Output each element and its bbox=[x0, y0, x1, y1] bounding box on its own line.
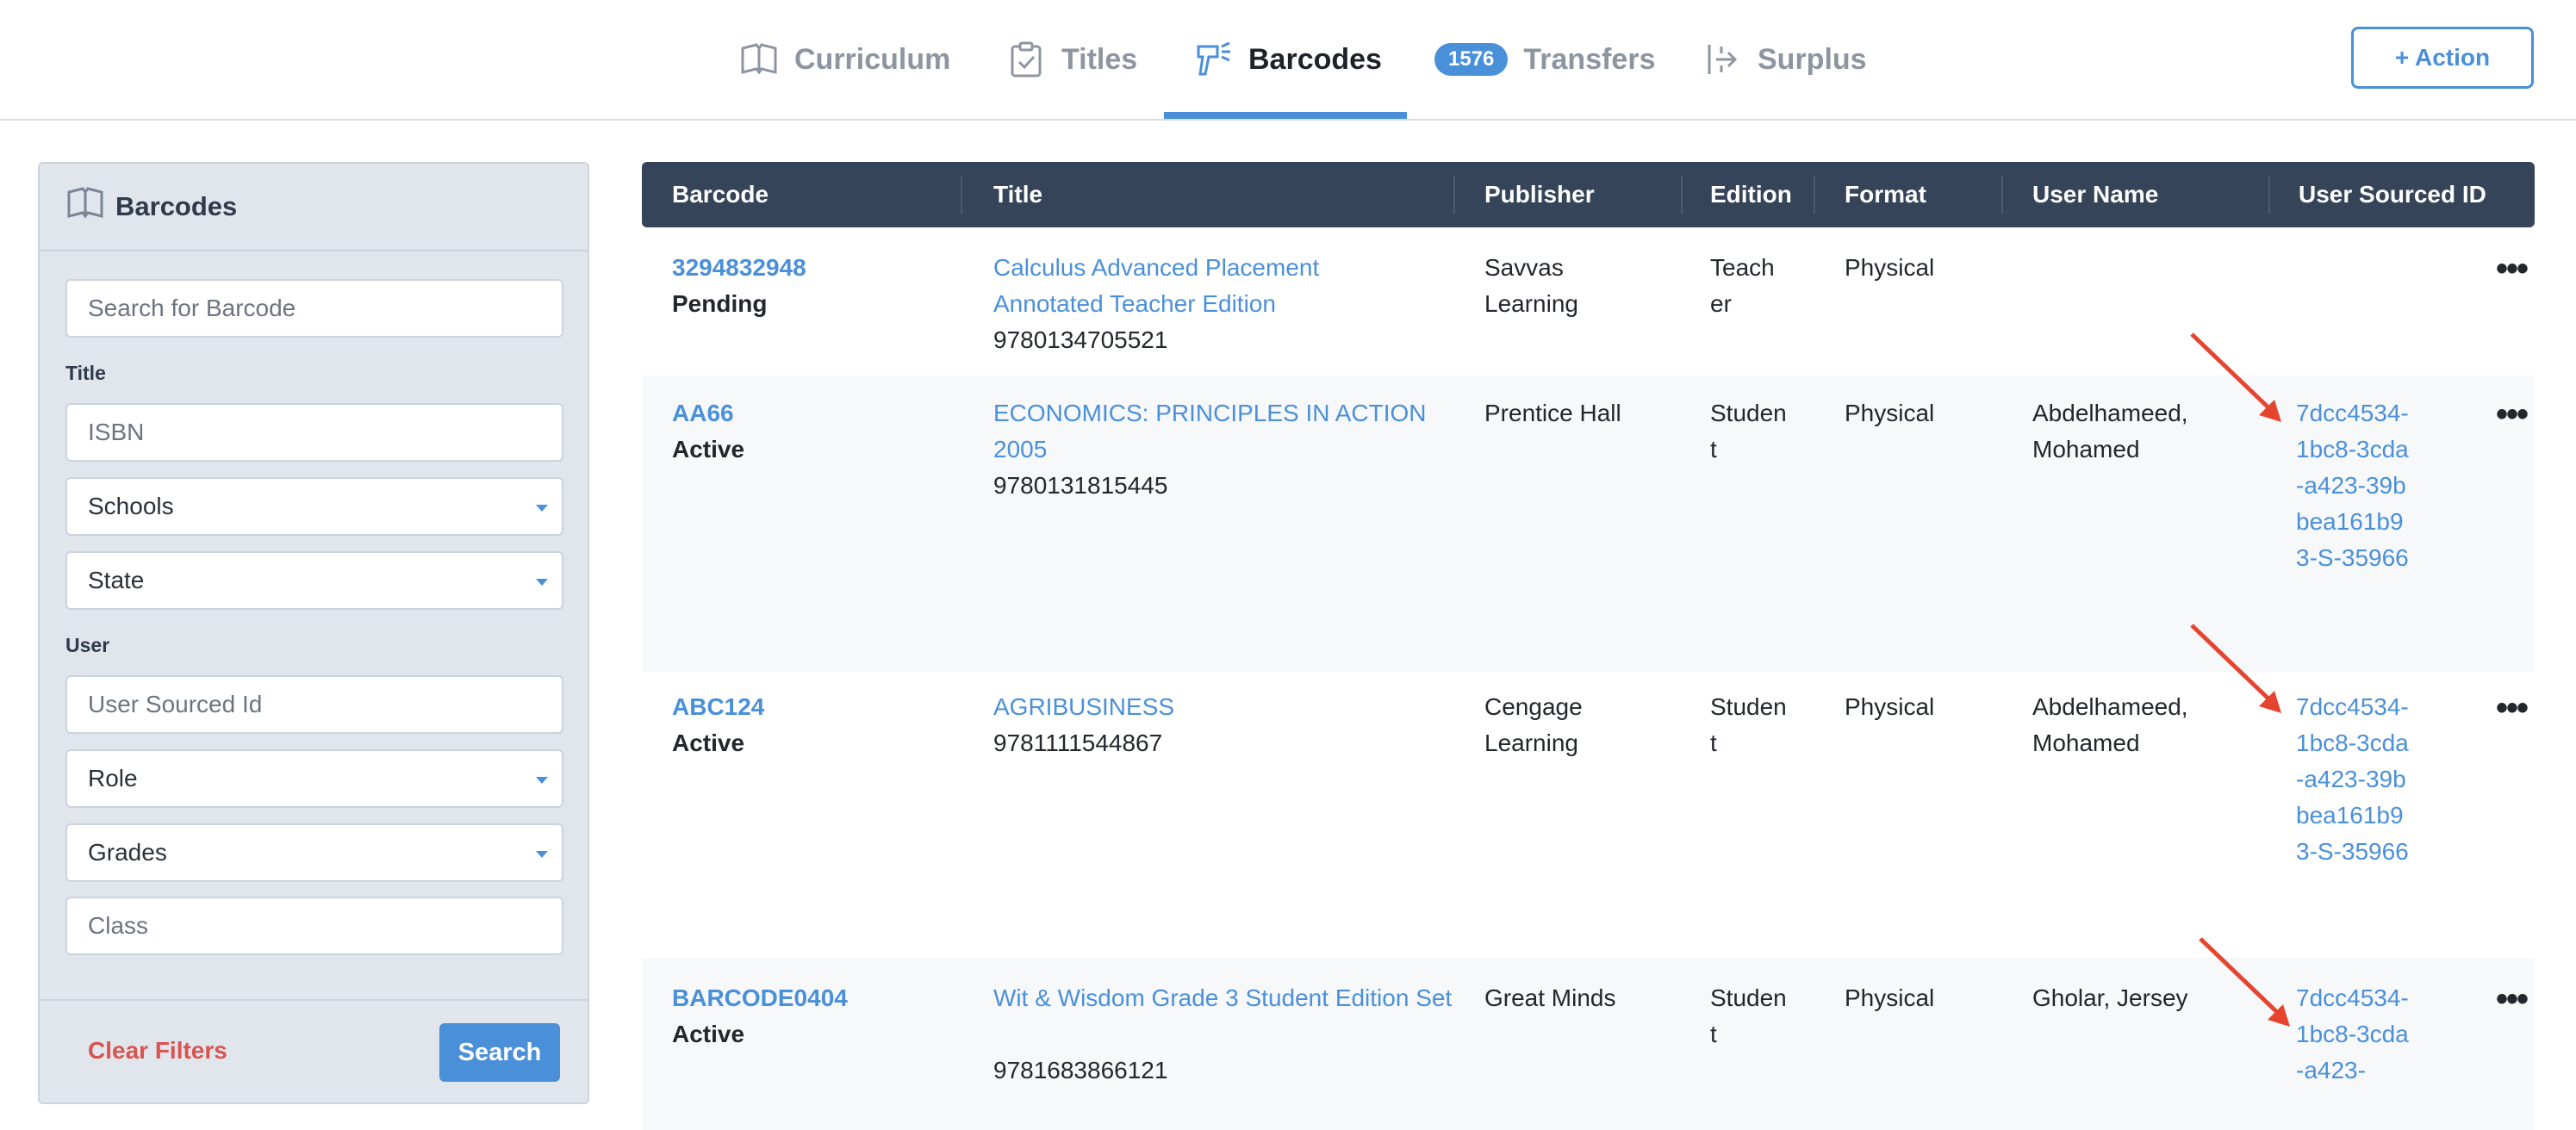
isbn-text: 9780134705521 bbox=[993, 326, 1168, 353]
publisher-text: Cengage Learning bbox=[1484, 693, 1583, 756]
barcode-link[interactable]: AA66 bbox=[672, 395, 734, 432]
column-divider bbox=[2268, 176, 2270, 214]
table-header: Barcode Title Publisher Edition Format U… bbox=[642, 162, 2535, 227]
tab-label: Transfers bbox=[1523, 42, 1656, 76]
column-divider bbox=[2001, 176, 2003, 214]
user-sourced-id-input[interactable] bbox=[65, 675, 563, 734]
barcode-link[interactable]: BARCODE0404 bbox=[672, 980, 848, 1016]
barcode-search-input[interactable] bbox=[65, 279, 563, 338]
column-divider bbox=[1453, 176, 1455, 214]
tab-titles[interactable]: Titles bbox=[1006, 0, 1137, 119]
select-value: Grades bbox=[88, 839, 167, 866]
state-select[interactable]: State bbox=[65, 551, 563, 610]
caret-down-icon bbox=[536, 851, 548, 858]
edition-text: Student bbox=[1710, 693, 1787, 756]
isbn-input[interactable] bbox=[65, 403, 563, 462]
annotation-arrow-icon bbox=[2190, 624, 2281, 713]
search-button[interactable]: Search bbox=[439, 1023, 560, 1082]
barcode-status: Active bbox=[672, 1021, 745, 1047]
format-text: Physical bbox=[1845, 984, 1935, 1011]
column-header-edition[interactable]: Edition bbox=[1710, 162, 1792, 227]
edition-text: Student bbox=[1710, 400, 1787, 463]
user-sourced-id-link[interactable]: 7dcc4534-1bc8-3cda-a423- bbox=[2296, 980, 2417, 1089]
annotation-arrow-icon bbox=[2199, 937, 2290, 1027]
column-divider bbox=[1814, 176, 1815, 214]
title-group-label: Title bbox=[65, 362, 106, 384]
role-select[interactable]: Role bbox=[65, 749, 563, 808]
barcode-status: Active bbox=[672, 436, 745, 463]
grades-select[interactable]: Grades bbox=[65, 823, 563, 882]
user-sourced-id-link[interactable]: 7dcc4534-1bc8-3cda-a423-39bbea161b93-S-3… bbox=[2296, 395, 2417, 576]
caret-down-icon bbox=[536, 505, 548, 512]
user-sourced-id-link[interactable]: 7dcc4534-1bc8-3cda-a423-39bbea161b93-S-3… bbox=[2296, 689, 2417, 870]
tab-surplus[interactable]: Surplus bbox=[1702, 0, 1867, 119]
sidebar-title: Barcodes bbox=[115, 191, 238, 221]
sidebar-footer: Clear Filters Search bbox=[40, 999, 588, 1104]
select-value: Schools bbox=[88, 493, 174, 519]
book-icon bbox=[739, 40, 779, 79]
barcode-status: Active bbox=[672, 730, 745, 756]
tab-curriculum[interactable]: Curriculum bbox=[739, 0, 950, 119]
isbn-text: 9780131815445 bbox=[993, 472, 1168, 499]
tab-label: Surplus bbox=[1758, 42, 1867, 76]
tab-label: Titles bbox=[1061, 42, 1138, 76]
caret-down-icon bbox=[536, 777, 548, 784]
tab-barcodes[interactable]: Barcodes bbox=[1193, 0, 1382, 119]
schools-select[interactable]: Schools bbox=[65, 477, 563, 536]
tab-label: Barcodes bbox=[1248, 42, 1382, 76]
add-action-button[interactable]: + Action bbox=[2351, 27, 2534, 89]
more-actions-icon[interactable]: ••• bbox=[2496, 395, 2529, 434]
isbn-text: 9781111544867 bbox=[993, 730, 1163, 756]
column-header-publisher[interactable]: Publisher bbox=[1484, 162, 1595, 227]
format-text: Physical bbox=[1845, 693, 1935, 720]
tab-label: Curriculum bbox=[794, 42, 951, 76]
publisher-text: Great Minds bbox=[1484, 984, 1616, 1011]
edition-text: Teacher bbox=[1710, 254, 1775, 317]
class-input[interactable] bbox=[65, 897, 563, 955]
select-value: State bbox=[88, 567, 145, 593]
format-text: Physical bbox=[1845, 254, 1935, 281]
top-navigation: Curriculum Titles Barcodes 1576 Transfer… bbox=[0, 0, 2576, 121]
select-value: Role bbox=[88, 765, 138, 792]
export-icon bbox=[1702, 40, 1742, 79]
column-header-barcode[interactable]: Barcode bbox=[672, 162, 768, 227]
column-header-format[interactable]: Format bbox=[1845, 162, 1926, 227]
clipboard-check-icon bbox=[1006, 40, 1046, 79]
caret-down-icon bbox=[536, 579, 548, 586]
publisher-text: Savvas Learning bbox=[1484, 254, 1578, 317]
isbn-text: 9781683866121 bbox=[993, 1057, 1168, 1083]
title-link[interactable]: Calculus Advanced Placement Annotated Te… bbox=[993, 250, 1372, 322]
column-header-title[interactable]: Title bbox=[993, 162, 1042, 227]
more-actions-icon[interactable]: ••• bbox=[2496, 689, 2529, 728]
barcode-link[interactable]: ABC124 bbox=[672, 689, 764, 725]
column-header-user-name[interactable]: User Name bbox=[2032, 162, 2158, 227]
user-group-label: User bbox=[65, 634, 110, 656]
active-tab-indicator bbox=[1164, 112, 1407, 119]
tab-transfers[interactable]: 1576 Transfers bbox=[1434, 0, 1655, 119]
title-link[interactable]: ECONOMICS: PRINCIPLES IN ACTION 2005 bbox=[993, 395, 1441, 468]
column-header-user-sourced-id[interactable]: User Sourced ID bbox=[2299, 162, 2486, 227]
column-divider bbox=[1681, 176, 1683, 214]
format-text: Physical bbox=[1845, 400, 1935, 426]
transfers-count-badge: 1576 bbox=[1434, 43, 1509, 76]
book-icon bbox=[65, 183, 105, 230]
barcode-link[interactable]: 3294832948 bbox=[672, 250, 806, 286]
more-actions-icon[interactable]: ••• bbox=[2496, 980, 2529, 1019]
annotation-arrow-icon bbox=[2190, 332, 2281, 422]
filter-sidebar: Barcodes Title Schools State User Role G… bbox=[38, 162, 589, 1104]
publisher-text: Prentice Hall bbox=[1484, 400, 1621, 426]
barcode-scanner-icon bbox=[1193, 40, 1233, 79]
column-divider bbox=[961, 176, 962, 214]
more-actions-icon[interactable]: ••• bbox=[2496, 250, 2529, 289]
edition-text: Student bbox=[1710, 984, 1787, 1047]
sidebar-header: Barcodes bbox=[40, 164, 588, 251]
title-link[interactable]: AGRIBUSINESS bbox=[993, 689, 1441, 725]
clear-filters-link[interactable]: Clear Filters bbox=[88, 1037, 227, 1065]
barcode-status: Pending bbox=[672, 290, 768, 317]
title-link[interactable]: Wit & Wisdom Grade 3 Student Edition Set bbox=[993, 980, 1459, 1016]
